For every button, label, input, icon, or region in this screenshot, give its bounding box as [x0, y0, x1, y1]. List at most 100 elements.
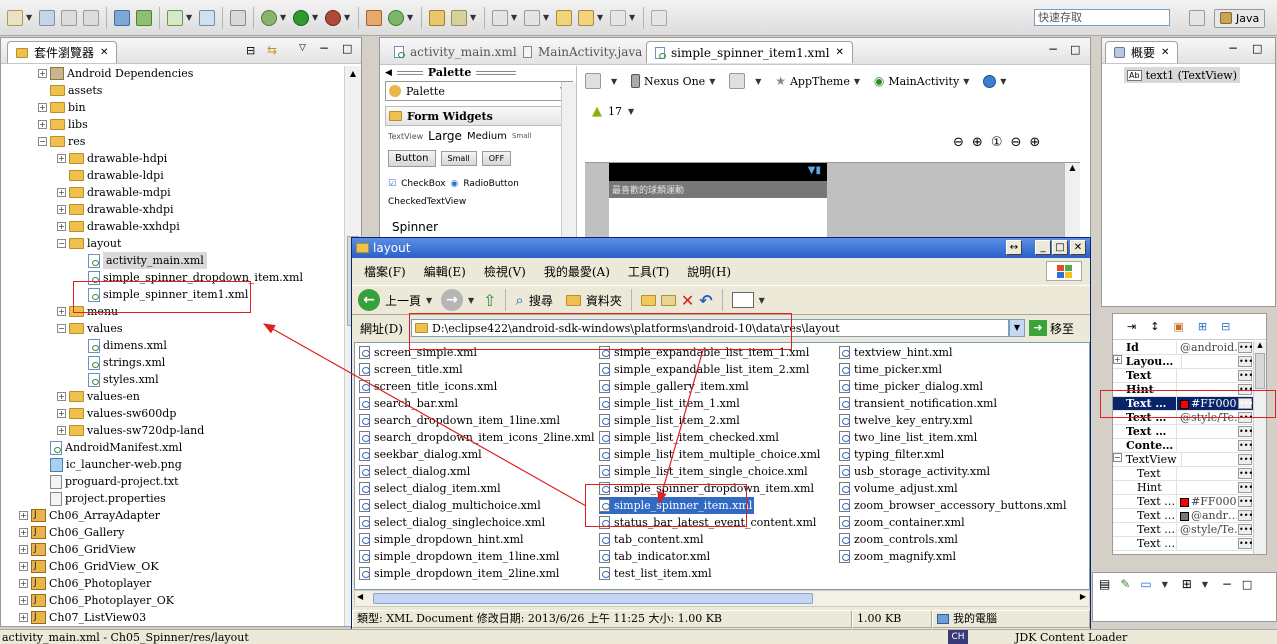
- save-all-icon[interactable]: [61, 9, 77, 26]
- file-item[interactable]: status_bar_latest_event_content.xml: [599, 514, 816, 531]
- undo-icon[interactable]: ↶: [699, 291, 712, 310]
- tree-item[interactable]: + libs: [38, 116, 88, 133]
- new-class-dropdown-icon[interactable]: ▼: [407, 13, 414, 22]
- property-edit-button[interactable]: •••: [1238, 384, 1253, 395]
- file-item[interactable]: simple_list_item_multiple_choice.xml: [599, 446, 820, 463]
- tree-item[interactable]: + Ch06_GridView: [19, 541, 136, 558]
- palette-scrollbar[interactable]: [561, 82, 576, 242]
- file-item[interactable]: usb_storage_activity.xml: [839, 463, 990, 480]
- lint-icon[interactable]: [199, 9, 215, 26]
- checkbox-widget[interactable]: CheckBox: [401, 179, 445, 189]
- external-tools-icon[interactable]: [325, 9, 341, 26]
- tree-item[interactable]: + drawable-hdpi: [57, 150, 167, 167]
- property-edit-button[interactable]: •••: [1238, 342, 1253, 353]
- tree-item[interactable]: project.properties: [38, 490, 166, 507]
- property-edit-button[interactable]: •••: [1238, 454, 1253, 465]
- locale-selector[interactable]: ▼: [983, 74, 1010, 88]
- file-item[interactable]: simple_spinner_item.xml: [599, 497, 755, 514]
- tree-item[interactable]: + Ch06_Gallery: [19, 524, 124, 541]
- config-dropdown-icon[interactable]: ▼: [611, 77, 618, 86]
- maximize-icon[interactable]: □: [342, 42, 352, 55]
- expand-icon[interactable]: +: [57, 154, 66, 163]
- property-row[interactable]: Text … •••: [1113, 425, 1253, 439]
- scroll-right-icon[interactable]: ▶: [1080, 592, 1086, 601]
- link-editor-icon[interactable]: ⇆: [267, 43, 277, 57]
- preview-textview[interactable]: 最喜歡的球類運動: [609, 181, 827, 198]
- expand-icon[interactable]: +: [57, 205, 66, 214]
- file-item[interactable]: tab_content.xml: [599, 531, 703, 548]
- copy-to-icon[interactable]: [660, 294, 676, 306]
- forward-arrow-icon[interactable]: →: [441, 289, 464, 311]
- property-row[interactable]: Text … •••: [1113, 537, 1253, 551]
- expand-icon[interactable]: +: [19, 596, 28, 605]
- property-value[interactable]: [1182, 453, 1237, 466]
- file-item[interactable]: volume_adjust.xml: [839, 480, 958, 497]
- file-item[interactable]: screen_title.xml: [359, 361, 463, 378]
- file-item[interactable]: simple_gallery_item.xml: [599, 378, 749, 395]
- back-button[interactable]: 上一頁: [385, 292, 421, 309]
- menu-tools[interactable]: 工具(T): [628, 263, 669, 280]
- back-dropdown-icon[interactable]: ▼: [426, 296, 433, 305]
- expand-icon[interactable]: +: [19, 613, 28, 622]
- expand-icon[interactable]: +: [57, 222, 66, 231]
- property-value[interactable]: [1177, 383, 1237, 396]
- zoom-in-icon[interactable]: ⊕: [1029, 135, 1040, 150]
- menu-favorites[interactable]: 我的最愛(A): [544, 263, 610, 280]
- property-value[interactable]: @style/Te…: [1177, 523, 1237, 536]
- expand-icon[interactable]: +: [57, 409, 66, 418]
- tab-activity-main[interactable]: activity_main.xml: [386, 41, 525, 63]
- collapse-icon[interactable]: −: [57, 324, 66, 333]
- collapse-all-icon[interactable]: ⊟: [1221, 320, 1230, 333]
- file-item[interactable]: search_bar.xml: [359, 395, 458, 412]
- property-row[interactable]: Text •••: [1113, 369, 1253, 383]
- radio-widget[interactable]: RadioButton: [463, 179, 518, 189]
- tree-item[interactable]: + values-en: [57, 388, 140, 405]
- file-item[interactable]: select_dialog_item.xml: [359, 480, 501, 497]
- small-button-widget[interactable]: Small: [440, 151, 477, 166]
- expand-icon[interactable]: +: [38, 120, 47, 129]
- file-item[interactable]: simple_spinner_dropdown_item.xml: [599, 480, 814, 497]
- move-to-icon[interactable]: [640, 294, 656, 306]
- tree-item[interactable]: dimens.xml: [76, 337, 167, 354]
- pin-editor-icon[interactable]: [651, 9, 667, 26]
- minimize-button[interactable]: _: [1035, 240, 1051, 255]
- property-value[interactable]: [1177, 439, 1237, 452]
- button-widget[interactable]: Button: [388, 150, 436, 167]
- tree-item[interactable]: + Ch06_Photoplayer_OK: [19, 592, 174, 609]
- tree-item[interactable]: + Ch06_ArrayAdapter: [19, 507, 160, 524]
- file-item[interactable]: select_dialog_multichoice.xml: [359, 497, 541, 514]
- address-input[interactable]: D:\eclipse422\android-sdk-windows\platfo…: [411, 319, 1009, 337]
- spinner-widget[interactable]: Spinner: [385, 220, 573, 234]
- tree-item[interactable]: + drawable-xxhdpi: [57, 218, 180, 235]
- tree-item[interactable]: + values-sw600dp: [57, 405, 176, 422]
- tab-package-explorer[interactable]: 套件瀏覽器 ✕: [7, 41, 118, 63]
- property-edit-button[interactable]: •••: [1238, 356, 1253, 367]
- file-item[interactable]: simple_list_item_checked.xml: [599, 429, 779, 446]
- small-text-widget[interactable]: Small: [512, 132, 531, 140]
- new-dropdown-icon[interactable]: ▼: [26, 13, 33, 22]
- file-item[interactable]: zoom_controls.xml: [839, 531, 958, 548]
- zoom-actual-icon[interactable]: ①: [991, 135, 1003, 150]
- views-icon[interactable]: [731, 292, 754, 308]
- android-sdk-icon[interactable]: [136, 9, 152, 26]
- property-edit-button[interactable]: •••: [1238, 524, 1253, 535]
- pin-console-icon[interactable]: ✎: [1120, 577, 1130, 591]
- open-console-dropdown-icon[interactable]: ▼: [1202, 580, 1209, 589]
- file-item[interactable]: time_picker.xml: [839, 361, 942, 378]
- print-icon[interactable]: [83, 9, 99, 26]
- download-icon[interactable]: [114, 9, 130, 26]
- palette-selector[interactable]: Palette ▼: [385, 81, 573, 101]
- display-console-icon[interactable]: ▭: [1140, 577, 1151, 591]
- address-dropdown-icon[interactable]: ▼: [1009, 319, 1025, 337]
- minimize-icon[interactable]: −: [1048, 42, 1058, 56]
- expand-icon[interactable]: +: [19, 545, 28, 554]
- property-edit-button[interactable]: •••: [1238, 440, 1253, 451]
- up-folder-icon[interactable]: ⇧: [483, 291, 496, 310]
- skip-breakpoints-icon[interactable]: [230, 9, 246, 26]
- property-row[interactable]: Conte… •••: [1113, 439, 1253, 453]
- property-row[interactable]: Text … #FF0000•••: [1113, 397, 1253, 411]
- collapse-icon[interactable]: −: [1113, 453, 1122, 462]
- tab-outline[interactable]: 概要 ✕: [1105, 41, 1179, 63]
- property-edit-button[interactable]: •••: [1238, 510, 1253, 521]
- api-level-selector[interactable]: ▲ 17 ▼: [592, 104, 638, 119]
